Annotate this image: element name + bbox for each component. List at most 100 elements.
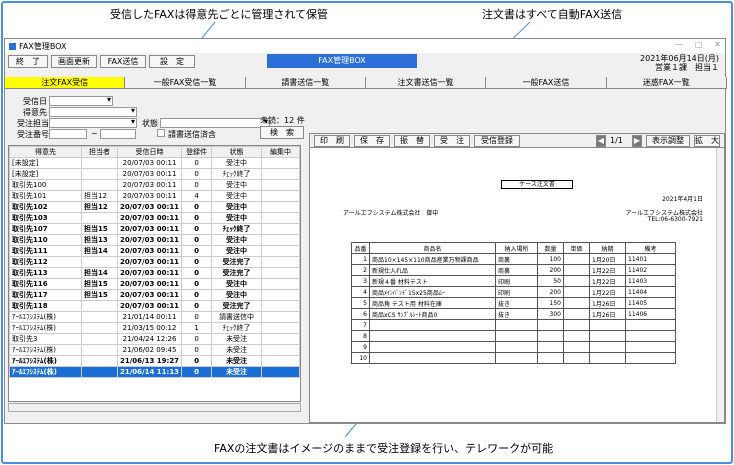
list-cell — [261, 190, 300, 202]
table-row[interactable]: ｱｰﾙｴﾌｼｽﾃﾑ(株) 21/01/14 00:11 0 請書送信中 — [9, 311, 300, 323]
exit-button[interactable]: 終 了 — [8, 55, 48, 68]
table-row[interactable]: [未設定] 20/07/03 00:11 0 ﾁｪｯｸ終了 — [9, 168, 300, 180]
list-cell: ｱｰﾙｴﾌｼｽﾃﾑ(株) — [9, 366, 82, 378]
table-row[interactable]: [未設定] 20/07/03 00:11 0 受注中 — [9, 157, 300, 169]
tab-general-fax-received[interactable]: 一般FAX受信一覧 — [125, 77, 246, 88]
list-cell — [81, 344, 118, 356]
order-cell: 50 — [537, 275, 564, 287]
minimize-button[interactable]: ― — [675, 40, 683, 49]
tab-acknowledgement-sent[interactable]: 請書送信一覧 — [245, 77, 366, 88]
order-cell — [495, 330, 538, 342]
close-button[interactable]: ✕ — [714, 40, 721, 49]
table-row[interactable]: 取引先112 20/07/03 00:11 0 受注完了 — [9, 256, 300, 268]
col-status[interactable]: 状態 — [211, 146, 263, 158]
order-cell: 11402 — [625, 264, 676, 276]
next-page-button[interactable]: ▶ — [632, 135, 642, 147]
tab-spam-fax[interactable]: 迷惑FAX一覧 — [606, 77, 727, 88]
include-sent-checkbox[interactable] — [157, 129, 165, 137]
search-button[interactable]: 検 索 — [260, 126, 304, 139]
list-cell — [261, 223, 300, 235]
tab-order-sheet-sent[interactable]: 注文書送信一覧 — [365, 77, 487, 88]
list-horizontal-scrollbar[interactable] — [8, 403, 301, 412]
tab-order-fax-received[interactable]: 注文FAX受信 — [5, 77, 126, 88]
table-row[interactable]: 取引先103 20/07/03 00:11 0 受注中 — [9, 212, 300, 224]
table-row[interactable]: 取引先117 担当15 20/07/03 00:11 0 受注中 — [9, 289, 300, 301]
status-select[interactable] — [160, 117, 270, 128]
order-cell — [537, 341, 564, 353]
list-cell — [81, 179, 118, 191]
transfer-button[interactable]: 振 替 — [394, 135, 430, 147]
list-cell: 1 — [181, 322, 213, 334]
order-cell: 300 — [537, 308, 564, 320]
table-row[interactable]: 取引先111 担当14 20/07/03 00:11 0 受注中 — [9, 245, 300, 257]
order-no-to-input[interactable] — [100, 129, 136, 139]
order-cell — [563, 319, 590, 331]
list-cell: 受注中 — [211, 212, 263, 224]
table-row[interactable]: ｱｰﾙｴﾌｼｽﾃﾑ(株) 21/06/02 09:45 0 未受注 — [9, 344, 300, 356]
list-cell: 受注中 — [211, 201, 263, 213]
table-row[interactable]: 取引先100 20/07/03 00:11 0 受注中 — [9, 179, 300, 191]
order-row: 7 — [351, 319, 676, 331]
save-button[interactable]: 保 存 — [354, 135, 390, 147]
customer-select[interactable] — [49, 106, 137, 117]
tab-general-fax-send[interactable]: 一般FAX送信 — [486, 77, 607, 88]
refresh-button[interactable]: 画面更新 — [51, 55, 97, 68]
order-cell — [625, 352, 676, 364]
list-cell: 0 — [181, 157, 213, 169]
col-editing[interactable]: 編集中 — [261, 146, 300, 158]
list-cell: 0 — [181, 179, 213, 191]
viewer-vertical-scrollbar[interactable] — [716, 148, 724, 422]
maximize-button[interactable]: □ — [695, 40, 703, 49]
table-row[interactable]: 取引先101 担当12 20/07/03 00:11 4 受注中 — [9, 190, 300, 202]
order-button[interactable]: 受 注 — [434, 135, 470, 147]
list-cell: 受注中 — [211, 179, 263, 191]
main-toolbar: 終 了 画面更新 FAX送信 設 定 FAX管理BOX 2021年06月14日(… — [5, 53, 725, 72]
register-button[interactable]: 受信登録 — [474, 135, 520, 147]
current-date: 2021年06月14日(月) — [640, 54, 719, 63]
app-title-banner: FAX管理BOX — [267, 54, 417, 68]
order-cell: 1月22日 — [589, 286, 626, 298]
order-cell: 150 — [537, 297, 564, 309]
table-row[interactable]: 取引先113 担当14 20/07/03 00:11 0 受注完了 — [9, 267, 300, 279]
settings-button[interactable]: 設 定 — [149, 55, 195, 68]
display-adjust-button[interactable]: 表示調整 — [646, 135, 690, 147]
order-cell: 200 — [537, 264, 564, 276]
include-sent-label: 請書送信済含 — [168, 130, 216, 139]
list-cell: 担当12 — [81, 201, 118, 213]
order-cell: 11404 — [625, 286, 676, 298]
order-cell — [563, 341, 590, 353]
order-cell: 1月26日 — [589, 297, 626, 309]
list-cell: 受注完了 — [211, 300, 263, 312]
table-row[interactable]: 取引先116 担当15 20/07/03 00:11 0 受注中 — [9, 278, 300, 290]
fax-send-button[interactable]: FAX送信 — [100, 55, 146, 68]
table-row[interactable]: ｱｰﾙｴﾌｼｽﾃﾑ(株) 21/06/14 11:13 0 未受注 — [9, 366, 300, 378]
col-received[interactable]: 受信日時 — [116, 146, 183, 158]
prev-page-button[interactable]: ◀ — [596, 135, 606, 147]
table-row[interactable]: ｱｰﾙｴﾌｼｽﾃﾑ(株) 21/06/13 19:27 0 未受注 — [9, 355, 300, 367]
print-button[interactable]: 印 刷 — [314, 135, 350, 147]
list-cell — [81, 168, 118, 180]
list-cell: ｱｰﾙｴﾌｼｽﾃﾑ(株) — [9, 355, 82, 367]
col-count[interactable]: 登録件 — [181, 146, 213, 158]
list-cell: 0 — [181, 355, 213, 367]
table-row[interactable]: ｱｰﾙｴﾌｼｽﾃﾑ(株) 21/03/15 00:12 1 ﾁｪｯｸ終了 — [9, 322, 300, 334]
col-owner[interactable]: 担当者 — [81, 146, 118, 158]
order-owner-select[interactable] — [49, 117, 137, 128]
order-row: 9 — [351, 341, 676, 353]
table-row[interactable]: 取引先110 担当13 20/07/03 00:11 0 受注中 — [9, 234, 300, 246]
order-cell — [625, 319, 676, 331]
received-date-select[interactable] — [49, 95, 113, 106]
list-cell: 20/07/03 00:11 — [116, 234, 183, 246]
table-row[interactable]: 取引先107 担当15 20/07/03 00:11 0 ﾁｪｯｸ終了 — [9, 223, 300, 235]
table-row[interactable]: 取引先102 担当12 20/07/03 00:11 0 受注中 — [9, 201, 300, 213]
col-customer[interactable]: 得意先 — [9, 146, 82, 158]
list-cell — [81, 311, 118, 323]
order-no-from-input[interactable] — [49, 129, 87, 139]
order-row: 3 新規４番 材料テスト 印刷 50 1月22日 11403 — [351, 275, 676, 287]
list-header: 得意先 担当者 受信日時 登録件 状態 編集中 — [9, 146, 300, 158]
list-cell — [261, 267, 300, 279]
zoom-button[interactable]: 拡 大 — [694, 135, 720, 147]
table-row[interactable]: 取引先3 21/04/24 12:26 0 未受注 — [9, 333, 300, 345]
table-row[interactable]: 取引先118 20/07/03 00:11 0 受注完了 — [9, 300, 300, 312]
list-cell: 20/07/03 00:11 — [116, 289, 183, 301]
